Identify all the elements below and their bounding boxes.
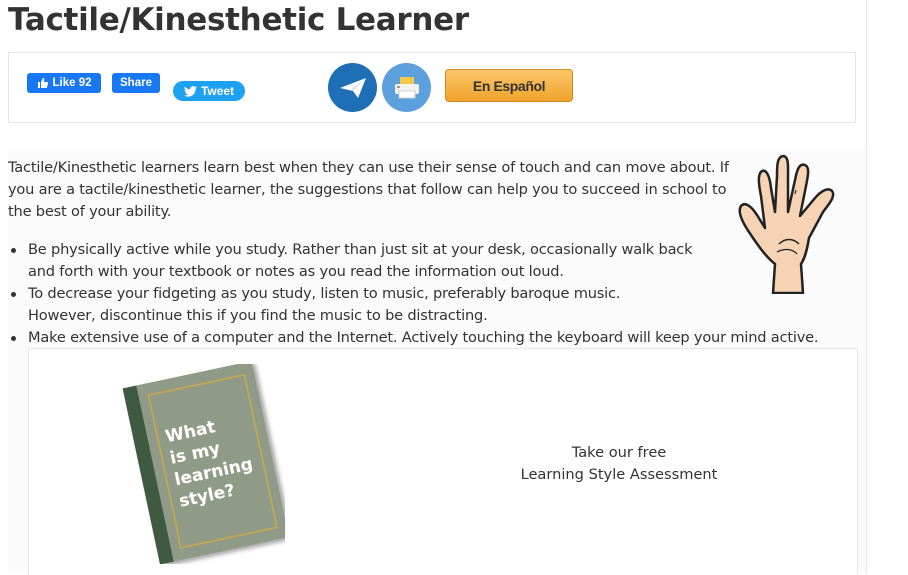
list-item: Make extensive use of a computer and the… <box>8 327 828 349</box>
intro-paragraph: Tactile/Kinesthetic learners learn best … <box>8 159 729 220</box>
printer-icon <box>394 76 419 98</box>
list-item: Be physically active while you study. Ra… <box>8 239 708 283</box>
share-bar: Like 92 Share Tweet En Español <box>8 52 856 123</box>
email-button[interactable] <box>328 63 377 112</box>
envelope-icon <box>339 77 366 98</box>
page-title: Tactile/Kinesthetic Learner <box>8 2 469 38</box>
twitter-bird-icon <box>183 85 197 97</box>
facebook-like-button[interactable]: Like 92 <box>27 73 101 93</box>
en-espanol-button[interactable]: En Español <box>445 69 573 102</box>
facebook-like-label: Like 92 <box>52 77 92 89</box>
tweet-button[interactable]: Tweet <box>173 81 245 101</box>
promo-line: Take our free <box>571 444 667 461</box>
print-button[interactable] <box>382 63 431 112</box>
facebook-share-button[interactable]: Share <box>112 73 160 93</box>
book-image[interactable]: What is my learning style? <box>115 364 285 564</box>
right-sidebar <box>866 0 908 574</box>
assessment-link[interactable]: Take our free Learning Style Assessment <box>519 442 719 486</box>
thumbs-up-icon <box>37 78 48 88</box>
assessment-promo[interactable]: What is my learning style? Take our free… <box>28 348 858 575</box>
list-item: To decrease your fidgeting as you study,… <box>8 283 678 327</box>
promo-line: Learning Style Assessment <box>520 466 718 483</box>
tweet-label: Tweet <box>200 84 235 98</box>
tips-list: Be physically active while you study. Ra… <box>8 239 828 349</box>
